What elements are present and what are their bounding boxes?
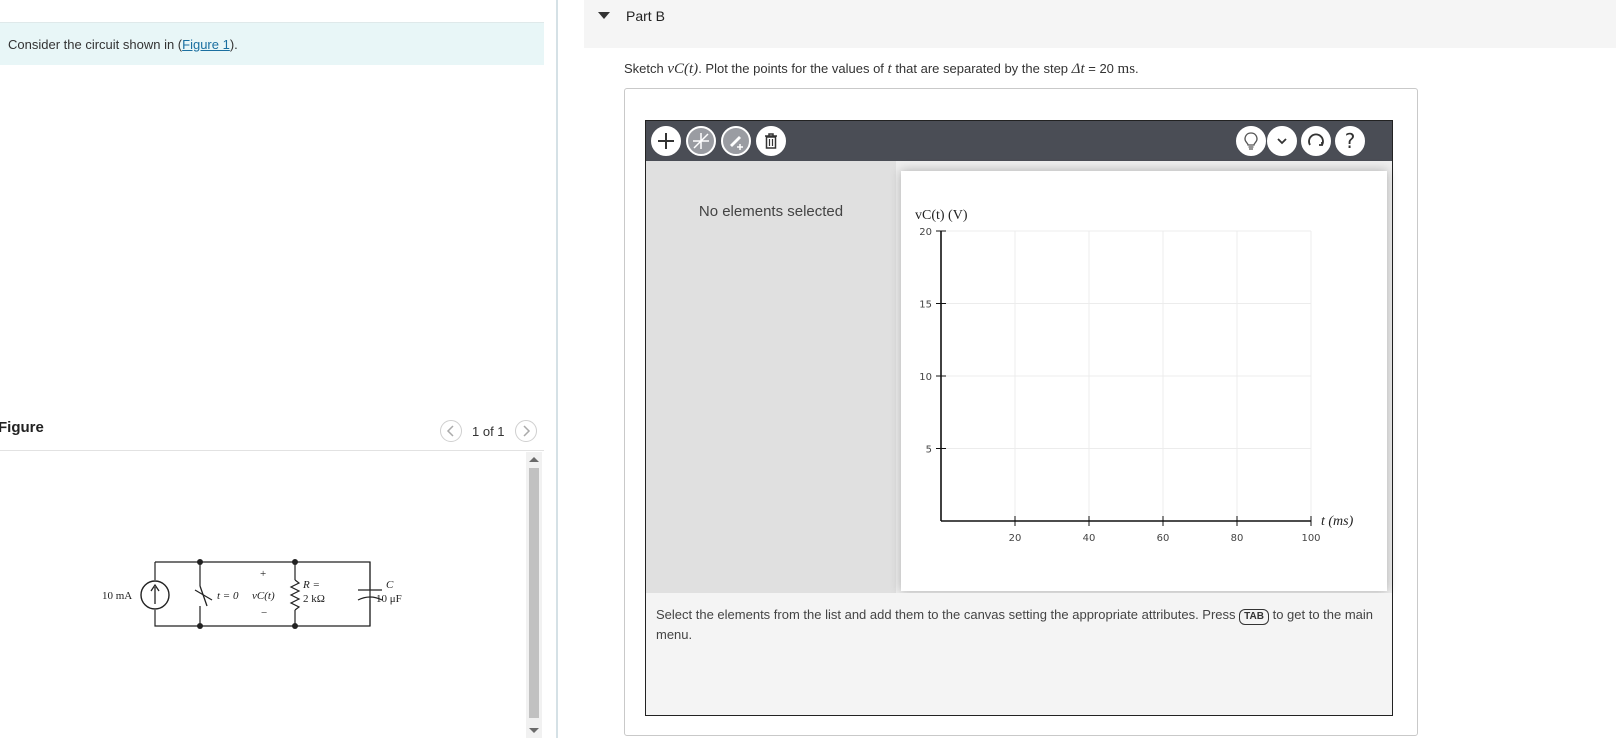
scroll-down-icon[interactable] [529,728,539,733]
y-axis-label: vC(t) (V) [915,208,968,223]
hint-lightbulb-icon [1244,132,1258,150]
y-tick-label: 15 [919,300,932,311]
figure-pager: 1 of 1 [440,420,537,442]
intro-text-after: ). [229,37,238,52]
options-dropdown-button[interactable] [1267,126,1297,156]
help-button[interactable]: ? [1335,126,1365,156]
hint-button[interactable] [1236,126,1266,156]
circuit-diagram: 10 mA t = 0 vC(t) + − R = 2 kΩ C 10 μF [102,559,402,629]
vc-label: vC(t) [252,590,275,602]
add-icon [658,133,674,149]
y-tick-label: 5 [926,445,932,456]
help-icon: ? [1345,130,1356,152]
pane-divider[interactable] [556,0,558,738]
prompt-step: Δt [1071,61,1085,77]
graph-canvas[interactable]: 20 40 60 80 100 5 10 15 20 t (ms) vC(t) (V) [901,171,1387,591]
left-pane: Consider the circuit shown in (Figure 1)… [0,0,556,738]
y-tick-label: 20 [919,227,932,238]
reset-button[interactable] [1301,126,1331,156]
figure-link[interactable]: Figure 1 [182,37,230,52]
next-figure-button[interactable] [514,420,537,442]
figure-divider [0,450,544,451]
prompt-post: that are separated by the step [891,61,1072,76]
no-slope-icon [693,133,709,149]
instructions-pre: Select the elements from the list and ad… [656,607,1240,622]
intro-box: Consider the circuit shown in (Figure 1)… [0,23,544,65]
resistor-label-value: 2 kΩ [303,593,325,605]
instructions-text: Select the elements from the list and ad… [656,605,1378,644]
collapse-triangle-icon[interactable] [598,12,610,19]
prompt-end: . [1135,61,1139,76]
prompt-pre: Sketch [624,61,668,76]
x-tick-label: 40 [1083,533,1096,544]
tab-key-badge: TAB [1239,609,1269,625]
element-panel: No elements selected [646,161,896,593]
edit-point-icon [730,136,743,150]
intro-text: Consider the circuit shown in (Figure 1)… [8,37,238,52]
prompt-variable: vC(t) [667,61,699,77]
no-selection-text: No elements selected [698,203,844,220]
figure-scrollbar[interactable] [526,452,542,738]
prompt-mid: . Plot the points for the values of [698,61,888,76]
source-label: 10 mA [102,590,132,602]
scrollbar-thumb[interactable] [529,468,539,718]
part-b-header[interactable]: Part B [584,0,1616,48]
prompt-eq: = 20 [1084,61,1118,76]
minus-sign: − [261,607,267,619]
x-tick-label: 80 [1231,533,1244,544]
question-prompt: Sketch vC(t). Plot the points for the va… [624,61,1139,78]
chevron-right-icon [523,425,530,437]
svg-text:?: ? [1345,130,1356,152]
x-tick-label: 20 [1009,533,1022,544]
chart[interactable]: 20 40 60 80 100 5 10 15 20 t (ms) vC(t) (V) [901,171,1387,591]
trash-icon [765,133,777,149]
resistor-label-top: R = [302,579,320,591]
graphing-tool: ? No elements selected 20 40 60 80 100 5 10 15 2… [645,120,1393,716]
chevron-left-icon [446,425,454,437]
figure-title: Figure [0,419,44,436]
capacitor-label-top: C [386,579,394,591]
canvas-area: 20 40 60 80 100 5 10 15 20 t (ms) vC(t) (V) [896,161,1392,593]
pager-text: 1 of 1 [472,423,505,439]
scroll-up-icon[interactable] [529,457,539,462]
part-title: Part B [626,8,665,24]
intro-text-before: Consider the circuit shown in ( [8,37,183,52]
instructions-panel: Select the elements from the list and ad… [646,593,1392,715]
switch-label: t = 0 [217,590,239,602]
chevron-down-icon [1277,138,1287,145]
delete-button[interactable] [756,126,786,156]
add-element-button[interactable] [651,126,681,156]
capacitor-label-value: 10 μF [376,593,402,605]
no-slope-button[interactable] [686,126,716,156]
reset-icon [1308,133,1324,146]
x-axis-label: t (ms) [1321,514,1354,529]
graph-toolbar: ? [646,121,1392,161]
x-tick-label: 100 [1301,533,1320,544]
prompt-unit: ms [1117,61,1136,77]
plus-sign: + [260,568,266,580]
edit-point-button[interactable] [721,126,751,156]
y-tick-label: 10 [919,372,932,383]
x-tick-label: 60 [1157,533,1170,544]
prev-figure-button[interactable] [440,420,462,442]
